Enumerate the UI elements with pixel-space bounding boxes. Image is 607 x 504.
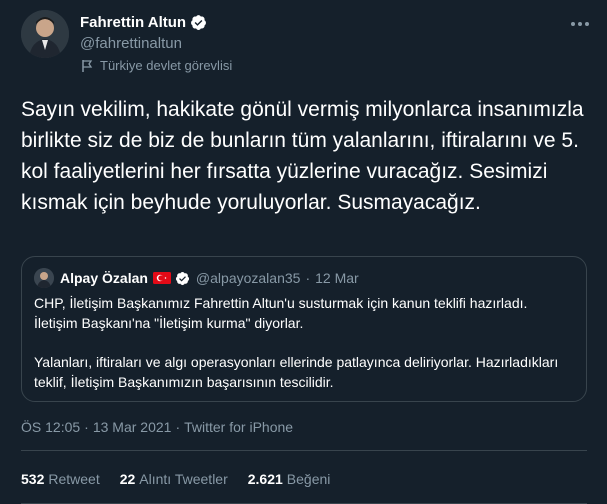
engagement-stats: 532 Retweet 22 Alıntı Tweetler 2.621 Beğ… (21, 471, 350, 487)
quoted-author-handle[interactable]: @alpayozalan35 (196, 270, 301, 286)
retweets-label: Retweet (48, 471, 100, 487)
likes-count: 2.621 (247, 471, 283, 487)
flag-outline-icon (82, 59, 93, 72)
quoted-author-name[interactable]: Alpay Özalan (60, 270, 148, 286)
likes-label: Beğeni (286, 471, 331, 487)
government-label: Türkiye devlet görevlisi (80, 58, 232, 73)
more-options-button[interactable] (566, 10, 594, 38)
retweets-count: 532 (21, 471, 45, 487)
author-name-row: Fahrettin Altun (80, 14, 207, 31)
tweet-meta: ÖS 12:05 · 13 Mar 2021 · Twitter for iPhone (21, 419, 293, 435)
quoted-date[interactable]: 12 Mar (315, 270, 359, 286)
quoted-author-avatar[interactable] (34, 268, 54, 288)
meta-separator: · (175, 419, 181, 435)
quotes-label: Alıntı Tweetler (139, 471, 228, 487)
more-dots-icon (571, 22, 589, 26)
quoted-paragraph-2: Yalanları, iftiraları ve algı operasyonl… (34, 354, 559, 390)
retweets-stat[interactable]: 532 Retweet (21, 471, 100, 487)
meta-separator: · (84, 419, 89, 435)
tweet-source[interactable]: Twitter for iPhone (184, 419, 293, 435)
author-name[interactable]: Fahrettin Altun (80, 14, 186, 31)
quoted-verified-badge-icon (175, 271, 189, 285)
divider (21, 450, 587, 451)
turkish-flag-icon (152, 272, 171, 284)
tweet-text: Sayın vekilim, hakikate gönül vermiş mil… (21, 98, 584, 214)
quoted-tweet-text: CHP, İletişim Başkanımız Fahrettin Altun… (34, 293, 574, 392)
likes-stat[interactable]: 2.621 Beğeni (248, 471, 331, 487)
government-label-text: Türkiye devlet görevlisi (100, 58, 233, 73)
quoted-paragraph-1: CHP, İletişim Başkanımız Fahrettin Altun… (34, 295, 528, 331)
quoted-tweet[interactable]: Alpay Özalan @alpayozalan35 · 12 Mar CHP… (21, 256, 587, 402)
quotes-stat[interactable]: 22 Alıntı Tweetler (120, 471, 228, 487)
author-avatar[interactable] (21, 10, 69, 58)
quotes-count: 22 (119, 471, 136, 487)
verified-badge-icon (191, 15, 207, 30)
author-handle[interactable]: @fahrettinaltun (80, 35, 182, 52)
tweet-date[interactable]: 13 Mar 2021 (93, 419, 172, 435)
quoted-tweet-header: Alpay Özalan @alpayozalan35 · 12 Mar (34, 268, 359, 288)
tweet-time[interactable]: ÖS 12:05 (21, 419, 80, 435)
quoted-separator: · (305, 270, 311, 286)
